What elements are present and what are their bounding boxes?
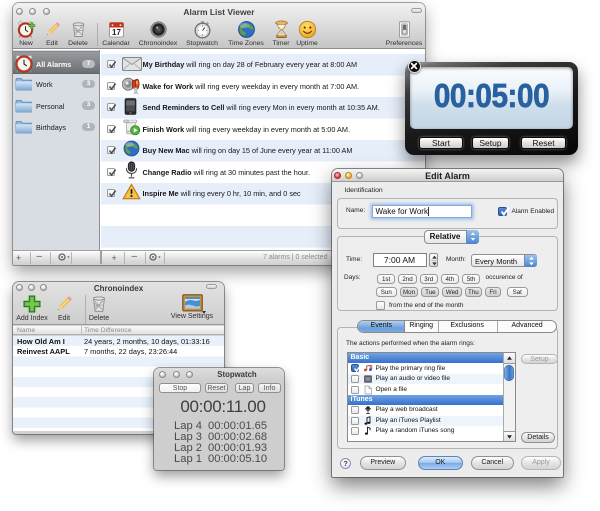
svg-text:17: 17 bbox=[112, 28, 121, 37]
